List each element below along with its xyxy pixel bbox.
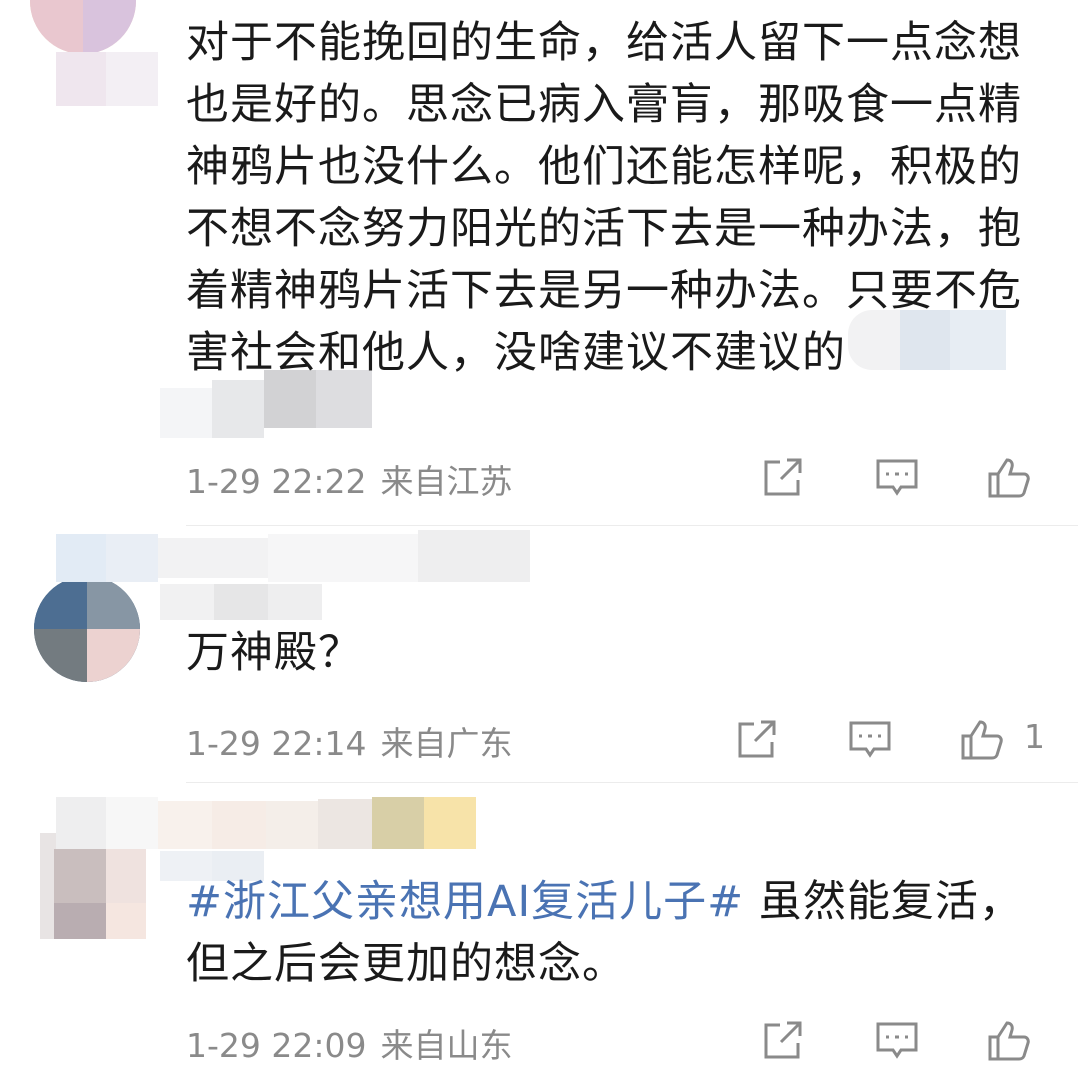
comment-icon	[876, 1022, 918, 1059]
avatar[interactable]	[34, 576, 140, 682]
comment-time: 1-29 22:14	[186, 724, 367, 763]
comment-button[interactable]	[845, 714, 895, 764]
comment-text: 万神殿？	[186, 628, 362, 678]
share-icon	[764, 458, 802, 496]
comment-icon	[876, 459, 918, 496]
comment-icon	[849, 721, 891, 758]
comment-time: 1-29 22:22	[186, 462, 367, 501]
avatar[interactable]	[30, 0, 136, 54]
comment-button[interactable]	[872, 452, 922, 502]
comment-time: 1-29 22:09	[186, 1026, 367, 1065]
like-count: 1	[1024, 717, 1045, 756]
comment-meta: 1-29 22:22 来自江苏	[186, 455, 513, 503]
share-button[interactable]	[758, 452, 808, 502]
like-button[interactable]	[984, 452, 1034, 502]
thumbs-up-icon	[988, 1021, 1030, 1061]
comment-button[interactable]	[872, 1015, 922, 1065]
comment-item: 对于不能挽回的生命，给活人留下一点念想也是好的。思念已病入膏肓，那吸食一点精神鸦…	[0, 0, 1078, 525]
share-button[interactable]	[732, 714, 782, 764]
share-icon	[764, 1021, 802, 1059]
comment-text: #浙江父亲想用AI复活儿子# 虽然能复活，但之后会更加的想念。	[186, 871, 1056, 995]
comment-meta: 1-29 22:09 来自山东	[186, 1019, 513, 1067]
share-icon	[738, 720, 776, 758]
comment-item: #浙江父亲想用AI复活儿子# 虽然能复活，但之后会更加的想念。 1-29 22:…	[0, 783, 1078, 1065]
share-button[interactable]	[758, 1015, 808, 1065]
thumbs-up-icon	[988, 458, 1030, 498]
comment-text: 对于不能挽回的生命，给活人留下一点念想也是好的。思念已病入膏肓，那吸食一点精神鸦…	[186, 18, 1022, 378]
comment-item: 万神殿？ 1-29 22:14 来自广东 1	[0, 526, 1078, 782]
thumbs-up-icon	[961, 720, 1003, 760]
comment-location: 来自山东	[380, 1026, 513, 1065]
comment-location: 来自江苏	[380, 462, 513, 501]
comment-location: 来自广东	[380, 724, 513, 763]
like-button[interactable]	[984, 1015, 1034, 1065]
comment-meta: 1-29 22:14 来自广东	[186, 717, 513, 765]
hashtag-link[interactable]: #浙江父亲想用AI复活儿子#	[186, 877, 744, 927]
like-button[interactable]	[957, 714, 1007, 764]
